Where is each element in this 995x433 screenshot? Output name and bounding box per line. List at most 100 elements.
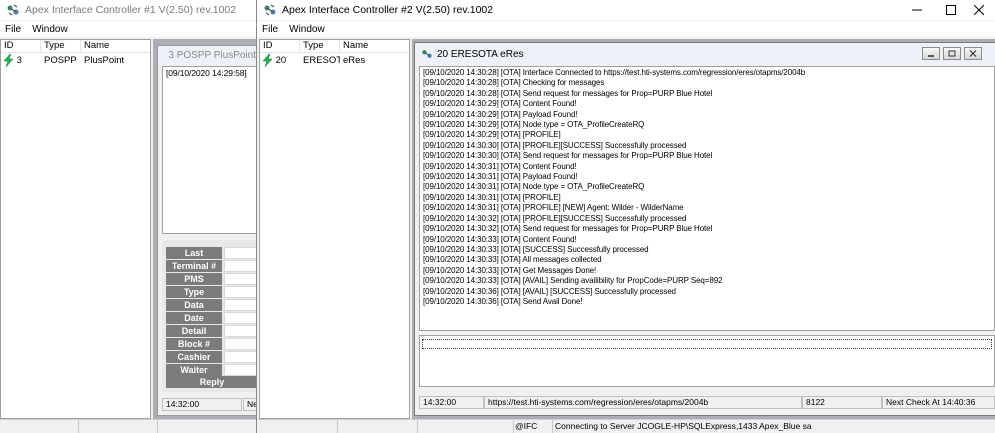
list-item[interactable]: 3 POSPP PlusPoint — [1, 54, 150, 68]
eresota-child-title: 20 ERESOTA eRes — [437, 48, 524, 60]
list-header: ID Type Name — [1, 40, 150, 53]
pospp-status-time: 14:32:00 — [162, 398, 242, 411]
log-line: [09/10/2020 14:30:30] [OTA] Send request… — [423, 151, 713, 161]
row-id-cell: 3 — [1, 54, 41, 68]
status-next-check: Next Check At 14:40:36 — [882, 396, 995, 409]
close-icon — [969, 50, 977, 57]
grid-field-pms — [224, 273, 257, 285]
status-url: https://test.hti-systems.com/regression/… — [484, 396, 802, 409]
pospp-child-title: 3 POSPP PlusPoint — [168, 49, 256, 61]
log-line: [09/10/2020 14:30:33] [OTA] Content Foun… — [423, 234, 577, 244]
log-line: [09/10/2020 14:30:28] [OTA] Checking for… — [423, 78, 605, 88]
log-line: [09/10/2020 14:30:33] [OTA] Get Messages… — [423, 265, 597, 275]
col-type[interactable]: Type — [300, 40, 340, 53]
grid-field-waiter — [224, 364, 257, 376]
pospp-status-next: Ne — [243, 398, 257, 411]
grid-field-cashier — [224, 351, 257, 363]
window1-menubar: File Window — [0, 21, 257, 37]
controller-window-2: Apex Interface Controller #2 V(2.50) rev… — [256, 0, 995, 433]
grid-field-data — [224, 299, 257, 311]
log-line: [09/10/2020 14:30:29] [OTA] Node type = … — [423, 120, 645, 130]
list-item[interactable]: 20 ERESOTA eRes — [260, 54, 409, 68]
child-restore-button[interactable] — [943, 47, 961, 60]
close-icon — [974, 5, 984, 15]
grid-label-pms: PMS — [166, 273, 222, 285]
row-type: ERESOTA — [303, 55, 340, 66]
grid-label-waiter: Waiter — [166, 364, 222, 376]
grid-label-type: Type — [166, 286, 222, 298]
lightning-bolt-icon — [4, 54, 14, 67]
window2-statusbar: @IFC Connecting to Server JCOGLE-HP\SQLE… — [257, 419, 995, 433]
window1-titlebar[interactable]: Apex Interface Controller #1 V(2.50) rev… — [0, 0, 257, 20]
log-line: [09/10/2020 14:30:32] [OTA] Send request… — [423, 224, 713, 234]
status-time: 14:32:00 — [419, 396, 484, 409]
controller-window-1: Apex Interface Controller #1 V(2.50) rev… — [0, 0, 257, 433]
log-line: [09/10/2020 14:30:33] [OTA] [AVAIL] Send… — [423, 276, 723, 286]
log-line: [09/10/2020 14:30:28] [OTA] Send request… — [423, 88, 713, 98]
col-name[interactable]: Name — [340, 40, 409, 53]
col-type[interactable]: Type — [41, 40, 81, 53]
list-header: ID Type Name — [260, 40, 409, 53]
window1-interface-list[interactable]: ID Type Name 3 POSPP PlusPoint — [0, 39, 151, 419]
grid-label-terminal: Terminal # — [166, 260, 222, 272]
log-line: [09/10/2020 14:30:36] [OTA] Send Avail D… — [423, 296, 583, 306]
log-line: [09/10/2020 14:30:33] [OTA] All messages… — [423, 255, 602, 265]
col-id[interactable]: ID — [260, 40, 300, 53]
grid-field-last — [224, 247, 257, 259]
eresota-child-titlebar[interactable]: 20 ERESOTA eRes — [415, 43, 995, 65]
window2-titlebar[interactable]: Apex Interface Controller #2 V(2.50) rev… — [257, 0, 995, 20]
command-input[interactable] — [419, 335, 995, 387]
menu-file[interactable]: File — [5, 24, 21, 35]
log-line: [09/10/2020 14:30:30] [OTA] [PROFILE][SU… — [423, 140, 687, 150]
close-button[interactable] — [962, 0, 995, 20]
child-close-button[interactable] — [964, 47, 982, 60]
row-name: eRes — [343, 55, 366, 66]
log-line: [09/10/2020 14:30:29] [OTA] Payload Foun… — [423, 109, 578, 119]
minimize-icon — [912, 9, 922, 11]
log-line: [09/10/2020 14:30:31] [OTA] [PROFILE] — [423, 192, 561, 202]
grid-field-block — [224, 338, 257, 350]
app-connector-icon — [7, 4, 19, 16]
child-minimize-button[interactable] — [922, 47, 940, 60]
row-type: POSPP — [44, 55, 77, 66]
grid-field-type — [224, 286, 257, 298]
log-line: [09/10/2020 14:30:29] [OTA] [PROFILE] — [423, 130, 561, 140]
menu-file[interactable]: File — [262, 24, 278, 35]
grid-label-block: Block # — [166, 338, 222, 350]
app-connector-icon — [264, 4, 276, 16]
window2-interface-list[interactable]: ID Type Name 20 ERESOTA eRes — [259, 39, 410, 419]
log-line: [09/10/2020 14:30:28] [OTA] Interface Co… — [423, 68, 806, 77]
menu-window[interactable]: Window — [32, 24, 68, 35]
log-line: [09/10/2020 14:30:32] [OTA] [PROFILE][SU… — [423, 213, 687, 223]
grid-label-cashier: Cashier — [166, 351, 222, 363]
window2-title: Apex Interface Controller #2 V(2.50) rev… — [282, 4, 494, 16]
log-line: [09/10/2020 14:30:33] [OTA] [SUCCESS] Su… — [423, 244, 649, 254]
log-line: [09/10/2020 14:30:36] [OTA] [AVAIL] [SUC… — [423, 286, 676, 296]
window2-menubar: File Window — [257, 21, 995, 37]
log-line: [09/10/2020 14:30:31] [OTA] [PROFILE] [N… — [423, 203, 684, 213]
grid-label-date: Date — [166, 312, 222, 324]
col-name[interactable]: Name — [81, 40, 150, 53]
log-line: [09/10/2020 14:30:31] [OTA] Content Foun… — [423, 161, 577, 171]
log-line: [09/10/2020 14:30:29] [OTA] Content Foun… — [423, 99, 577, 109]
window1-statusbar — [0, 419, 257, 433]
log-line: [09/10/2020 14:29:58] — [166, 68, 247, 78]
minimize-icon — [928, 54, 934, 57]
pospp-child-titlebar[interactable]: 3 POSPP PlusPoint — [158, 46, 256, 64]
eresota-log-box[interactable]: [09/10/2020 14:30:28] [OTA] Interface Co… — [419, 66, 995, 331]
status-port: 8122 — [802, 396, 882, 409]
grid-label-data: Data — [166, 299, 222, 311]
grid-field-date — [224, 312, 257, 324]
row-id-cell: 20 — [260, 54, 300, 68]
col-id[interactable]: ID — [1, 40, 41, 53]
grid-field-detail — [224, 325, 257, 337]
pospp-log-box[interactable]: [09/10/2020 14:29:58] — [162, 66, 257, 234]
window1-title: Apex Interface Controller #1 V(2.50) rev… — [25, 4, 237, 16]
row-id: 3 — [16, 55, 22, 67]
grid-field-terminal — [224, 260, 257, 272]
row-id: 20 — [275, 55, 287, 67]
app-connector-icon — [422, 50, 432, 58]
menu-window[interactable]: Window — [289, 24, 325, 35]
footer-connection: Connecting to Server JCOGLE-HP\SQLExpres… — [555, 421, 812, 431]
reply-button[interactable]: Reply — [166, 376, 257, 388]
